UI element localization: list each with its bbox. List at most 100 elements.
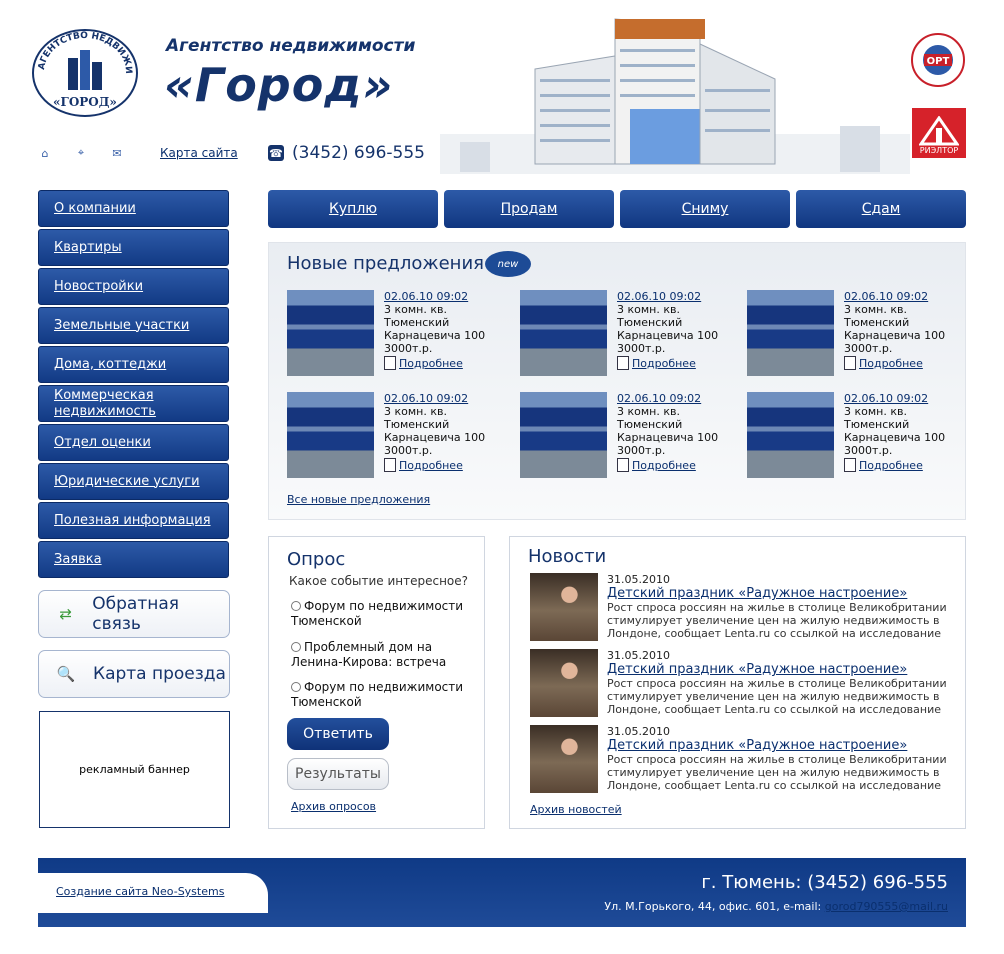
offer-date[interactable]: 02.06.10 09:02 bbox=[617, 290, 718, 303]
news-title-link[interactable]: Детский праздник «Радужное настроение» bbox=[607, 738, 955, 753]
sidebar-item-info[interactable]: Полезная информация bbox=[38, 502, 229, 539]
nav-rent[interactable]: Сниму bbox=[620, 190, 790, 228]
logo[interactable]: АГЕНТСТВО НЕДВИЖИМОСТИ «ГОРОД» bbox=[26, 21, 140, 118]
offer-more-link[interactable]: Подробнее bbox=[617, 356, 718, 370]
sidebar-item-houses[interactable]: Дома, коттеджи bbox=[38, 346, 229, 383]
offer-more-link[interactable]: Подробнее bbox=[384, 458, 485, 472]
address-text: Ул. М.Горького, 44, офис. 601, e-mail: bbox=[604, 900, 825, 913]
news-photo[interactable] bbox=[530, 573, 598, 641]
sidebar-item-about[interactable]: О компании bbox=[38, 190, 229, 227]
sidebar-item-legal[interactable]: Юридические услуги bbox=[38, 463, 229, 500]
answer-button[interactable]: Ответить bbox=[287, 718, 389, 750]
top-nav: Куплю Продам Сниму Сдам bbox=[268, 190, 966, 228]
neo-systems-link[interactable]: Создание сайта Neo-Systems bbox=[38, 873, 268, 913]
offer-more-link[interactable]: Подробнее bbox=[844, 458, 945, 472]
offer-photo[interactable] bbox=[747, 290, 834, 376]
realtor-badge[interactable]: РИЭЛТОР bbox=[912, 108, 966, 158]
footer-address: Ул. М.Горького, 44, офис. 601, e-mail: g… bbox=[604, 900, 948, 913]
poll-question: Какое событие интересное? bbox=[289, 574, 469, 588]
all-offers-link[interactable]: Все новые предложения bbox=[287, 493, 430, 506]
offer-card[interactable]: 02.06.10 09:02 3 комн. кв. Тюменский Кар… bbox=[520, 290, 730, 382]
offer-price: 3000т.р. bbox=[844, 444, 893, 457]
offer-card[interactable]: 02.06.10 09:02 3 комн. кв. Тюменский Кар… bbox=[287, 392, 497, 484]
offer-street: Тюменский bbox=[384, 418, 450, 431]
route-map-button[interactable]: 🔍 Карта проезда bbox=[38, 650, 230, 698]
route-map-label: Карта проезда bbox=[93, 664, 226, 684]
sidebar-item-apartments[interactable]: Квартиры bbox=[38, 229, 229, 266]
offer-photo[interactable] bbox=[520, 290, 607, 376]
new-offers-panel: Новые предложения new 02.06.10 09:02 3 к… bbox=[268, 242, 966, 520]
offer-photo[interactable] bbox=[287, 290, 374, 376]
offer-date[interactable]: 02.06.10 09:02 bbox=[844, 392, 945, 405]
sitemap-link[interactable]: Карта сайта bbox=[160, 146, 238, 160]
news-photo[interactable] bbox=[530, 649, 598, 717]
email-link[interactable]: gorod790555@mail.ru bbox=[825, 900, 948, 913]
offer-address: Карнацевича 100 bbox=[384, 431, 486, 444]
nav-buy[interactable]: Куплю bbox=[268, 190, 438, 228]
offer-photo[interactable] bbox=[520, 392, 607, 478]
radio-button[interactable] bbox=[291, 601, 301, 611]
offer-more-link[interactable]: Подробнее bbox=[617, 458, 718, 472]
offer-photo[interactable] bbox=[747, 392, 834, 478]
home-icon[interactable]: ⌂ bbox=[38, 146, 52, 160]
offer-date[interactable]: 02.06.10 09:02 bbox=[844, 290, 945, 303]
offer-street: Тюменский bbox=[844, 316, 910, 329]
news-title-link[interactable]: Детский праздник «Радужное настроение» bbox=[607, 662, 955, 677]
magnifier-icon: 🔍 bbox=[56, 665, 76, 683]
crosshair-icon[interactable]: ⌖ bbox=[74, 146, 88, 160]
header-phone: ☎ (3452) 696-555 bbox=[268, 143, 425, 163]
offer-price: 3000т.р. bbox=[844, 342, 893, 355]
sidebar-item-new-buildings[interactable]: Новостройки bbox=[38, 268, 229, 305]
news-archive-link[interactable]: Архив новостей bbox=[530, 803, 622, 816]
news-photo[interactable] bbox=[530, 725, 598, 793]
poll-option-label: Проблемный дом на Ленина-Кирова: встреча bbox=[291, 640, 447, 669]
nav-sell[interactable]: Продам bbox=[444, 190, 614, 228]
news-item: 31.05.2010 Детский праздник «Радужное на… bbox=[530, 573, 955, 643]
news-panel: Новости 31.05.2010 Детский праздник «Рад… bbox=[509, 536, 966, 829]
sidebar-item-appraisal[interactable]: Отдел оценки bbox=[38, 424, 229, 461]
poll-option[interactable]: Форум по недвижимости Тюменской bbox=[291, 599, 481, 629]
poll-archive-link[interactable]: Архив опросов bbox=[291, 800, 376, 813]
offer-more-link[interactable]: Подробнее bbox=[844, 356, 945, 370]
offer-card[interactable]: 02.06.10 09:02 3 комн. кв. Тюменский Кар… bbox=[520, 392, 730, 484]
sidebar-item-commercial[interactable]: Коммерческая недвижимость bbox=[38, 385, 229, 422]
news-date: 31.05.2010 bbox=[607, 725, 670, 738]
document-icon bbox=[844, 458, 856, 472]
offer-more-label: Подробнее bbox=[859, 458, 923, 472]
results-button[interactable]: Результаты bbox=[287, 758, 389, 790]
org-badge[interactable]: ОРТ bbox=[910, 32, 966, 88]
offer-photo[interactable] bbox=[287, 392, 374, 478]
offers-title: Новые предложения bbox=[287, 253, 484, 274]
poll-option[interactable]: Форум по недвижимости Тюменской bbox=[291, 680, 481, 710]
document-icon bbox=[844, 356, 856, 370]
buildings-image bbox=[440, 14, 910, 182]
radio-button[interactable] bbox=[291, 682, 301, 692]
sidebar-item-land[interactable]: Земельные участки bbox=[38, 307, 229, 344]
offer-street: Тюменский bbox=[617, 316, 683, 329]
offer-card[interactable]: 02.06.10 09:02 3 комн. кв. Тюменский Кар… bbox=[287, 290, 497, 382]
offer-date[interactable]: 02.06.10 09:02 bbox=[617, 392, 718, 405]
offer-date[interactable]: 02.06.10 09:02 bbox=[384, 290, 485, 303]
poll-option[interactable]: Проблемный дом на Ленина-Кирова: встреча bbox=[291, 640, 481, 670]
news-item: 31.05.2010 Детский праздник «Радужное на… bbox=[530, 725, 955, 795]
offer-more-link[interactable]: Подробнее bbox=[384, 356, 485, 370]
sidebar-item-request[interactable]: Заявка bbox=[38, 541, 229, 578]
mail-icon[interactable]: ✉ bbox=[110, 146, 124, 160]
offer-card[interactable]: 02.06.10 09:02 3 комн. кв. Тюменский Кар… bbox=[747, 392, 957, 484]
news-title-link[interactable]: Детский праздник «Радужное настроение» bbox=[607, 586, 955, 601]
offer-card[interactable]: 02.06.10 09:02 3 комн. кв. Тюменский Кар… bbox=[747, 290, 957, 382]
offer-more-label: Подробнее bbox=[632, 458, 696, 472]
news-item: 31.05.2010 Детский праздник «Радужное на… bbox=[530, 649, 955, 719]
phone-icon: ☎ bbox=[268, 145, 284, 161]
news-title: Новости bbox=[528, 546, 607, 567]
radio-button[interactable] bbox=[291, 642, 301, 652]
offer-date[interactable]: 02.06.10 09:02 bbox=[384, 392, 485, 405]
feedback-button[interactable]: ⇄ Обратная связь bbox=[38, 590, 230, 638]
ad-banner-text: рекламный баннер bbox=[79, 763, 190, 776]
nav-let[interactable]: Сдам bbox=[796, 190, 966, 228]
offer-street: Тюменский bbox=[617, 418, 683, 431]
offer-price: 3000т.р. bbox=[617, 342, 666, 355]
ad-banner[interactable]: рекламный баннер bbox=[39, 711, 230, 828]
feedback-label: Обратная связь bbox=[92, 594, 179, 634]
offer-address: Карнацевича 100 bbox=[844, 431, 946, 444]
